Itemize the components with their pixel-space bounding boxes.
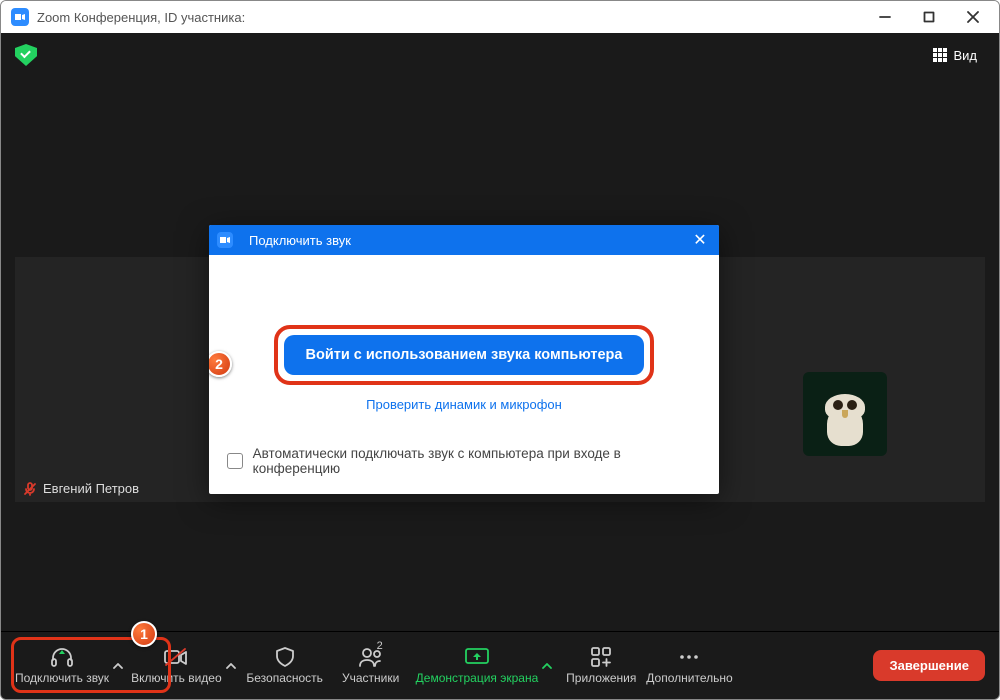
participant-name-row: Евгений Петров (23, 481, 139, 496)
headphones-icon (49, 646, 75, 668)
close-button[interactable] (951, 1, 995, 33)
join-computer-audio-button[interactable]: Войти с использованием звука компьютера (284, 335, 645, 375)
test-speaker-mic-link[interactable]: Проверить динамик и микрофон (239, 397, 689, 412)
share-screen-button[interactable]: Демонстрация экрана (416, 638, 539, 694)
titlebar: Zoom Конференция, ID участника: (1, 1, 999, 33)
minimize-button[interactable] (863, 1, 907, 33)
participant-name: Евгений Петров (43, 481, 139, 496)
grid-icon (933, 48, 947, 62)
annotation-highlight-2: Войти с использованием звука компьютера (274, 325, 655, 385)
auto-join-audio-label: Автоматически подключать звук с компьюте… (253, 446, 701, 476)
window-controls (863, 1, 995, 33)
share-screen-label: Демонстрация экрана (416, 671, 539, 685)
view-button[interactable]: Вид (925, 44, 985, 67)
dialog-body: Войти с использованием звука компьютера … (209, 255, 719, 432)
more-icon (676, 646, 702, 668)
start-video-menu[interactable] (222, 638, 240, 694)
maximize-button[interactable] (907, 1, 951, 33)
apps-label: Приложения (566, 671, 636, 685)
join-audio-label: Подключить звук (15, 671, 109, 685)
annotation-badge-1: 1 (131, 621, 157, 647)
stage-topbar: Вид (1, 33, 999, 77)
video-off-icon (163, 646, 189, 668)
share-screen-group: Демонстрация экрана (416, 638, 557, 694)
dialog-title: Подключить звук (249, 233, 351, 248)
join-audio-button[interactable]: Подключить звук (15, 638, 109, 694)
participants-count: 2 (377, 640, 383, 652)
auto-join-audio-checkbox[interactable] (227, 453, 243, 469)
shield-icon (272, 646, 298, 668)
start-video-label: Включить видео (131, 671, 222, 685)
apps-icon (588, 646, 614, 668)
avatar-image (821, 390, 869, 450)
zoom-logo-icon (217, 232, 233, 248)
more-button[interactable]: Дополнительно (646, 638, 732, 694)
end-meeting-button[interactable]: Завершение (873, 650, 985, 681)
dialog-titlebar: Подключить звук ✕ (209, 225, 719, 255)
participants-button[interactable]: 2 Участники (330, 638, 412, 694)
apps-button[interactable]: Приложения (560, 638, 642, 694)
security-label: Безопасность (246, 671, 323, 685)
dialog-close-button[interactable]: ✕ (689, 230, 711, 250)
zoom-logo-icon (11, 8, 29, 26)
share-screen-menu[interactable] (538, 638, 556, 694)
more-label: Дополнительно (646, 671, 732, 685)
view-label: Вид (953, 48, 977, 63)
participants-label: Участники (342, 671, 399, 685)
meeting-stage: Вид Евгений Петров (1, 33, 999, 699)
join-audio-menu[interactable] (109, 638, 127, 694)
annotation-badge-2: 2 (209, 351, 232, 377)
join-audio-group: Подключить звук (15, 638, 127, 694)
participant-tile-other (803, 372, 887, 456)
encryption-shield-icon[interactable] (15, 44, 37, 66)
window-title: Zoom Конференция, ID участника: (37, 10, 863, 25)
app-window: Zoom Конференция, ID участника: Вид (0, 0, 1000, 700)
join-audio-dialog: Подключить звук ✕ Войти с использованием… (209, 225, 719, 494)
dialog-footer: Автоматически подключать звук с компьюте… (209, 432, 719, 494)
share-screen-icon (464, 646, 490, 668)
mic-muted-icon (23, 482, 37, 496)
security-button[interactable]: Безопасность (244, 638, 326, 694)
